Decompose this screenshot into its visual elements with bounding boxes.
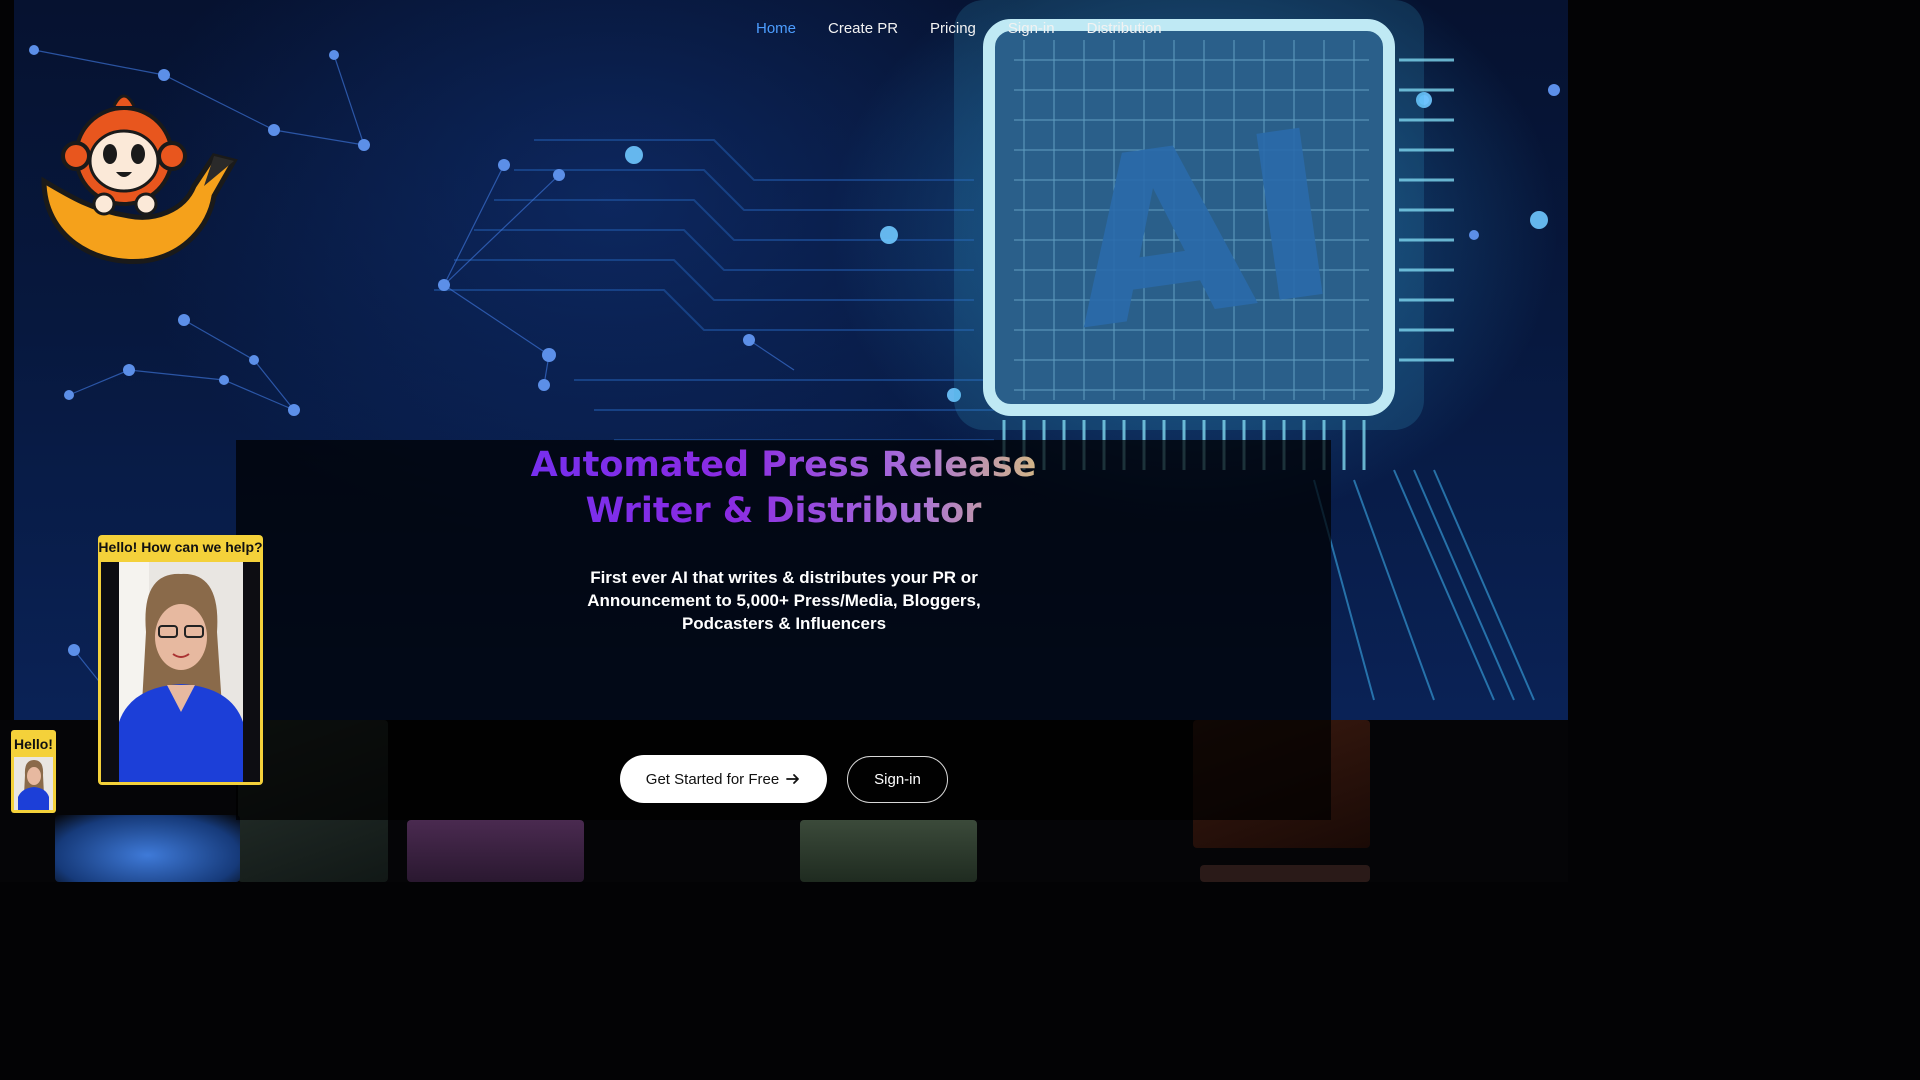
get-started-button[interactable]: Get Started for Free [620, 755, 827, 803]
ai-chip-text: AI [1053, 81, 1351, 382]
nav-pricing[interactable]: Pricing [914, 18, 992, 39]
get-started-label: Get Started for Free [645, 770, 780, 788]
arrow-right-icon [786, 774, 800, 784]
assistant-video-large[interactable] [101, 562, 260, 782]
nav-distribution[interactable]: Distribution [1071, 18, 1178, 39]
gallery-thumb-flowers [55, 815, 240, 882]
main-nav: Home Create PR Pricing Sign-in Distribut… [740, 18, 1178, 39]
headline-line-2: Writer & Distributor [585, 491, 982, 531]
hero-headline: Automated Press Release Writer & Distrib… [236, 442, 1331, 534]
chat-widget-small[interactable]: Hello! [11, 730, 56, 813]
gallery-thumb-dark [1200, 865, 1370, 882]
monkey-banana-logo-icon[interactable] [34, 86, 244, 266]
assistant-video-small[interactable] [14, 757, 53, 810]
chat-widget-small-label: Hello! [14, 736, 53, 752]
chat-widget-large-label: Hello! How can we help? [98, 539, 263, 555]
hero-subtext: First ever AI that writes & distributes … [587, 568, 981, 633]
gallery-thumb-castle [800, 820, 977, 882]
headline-line-1: Automated Press Release [530, 445, 1037, 485]
gallery-thumb-portrait [407, 820, 584, 882]
sign-in-button[interactable]: Sign-in [847, 756, 948, 803]
nav-create-pr[interactable]: Create PR [812, 18, 914, 39]
nav-home[interactable]: Home [740, 18, 812, 39]
nav-sign-in[interactable]: Sign-in [992, 18, 1071, 39]
chat-widget-large[interactable]: Hello! How can we help? [98, 535, 263, 785]
